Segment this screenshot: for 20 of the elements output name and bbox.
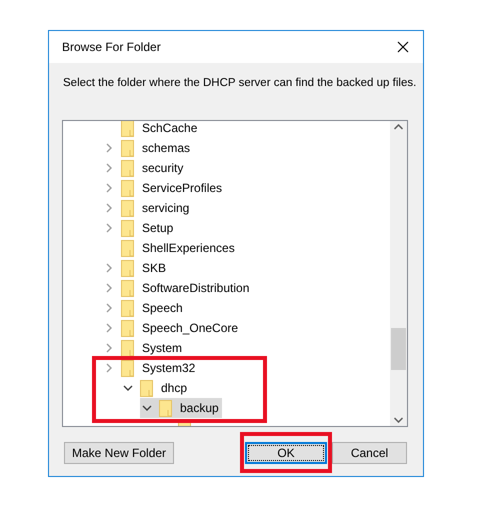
tree-item[interactable]: Speech: [102, 298, 186, 318]
tree-item[interactable]: backup: [140, 398, 222, 418]
tree-item[interactable]: SchCache: [102, 121, 200, 138]
tree-item[interactable]: dhcp: [121, 378, 190, 398]
tree-item[interactable]: SKB: [102, 258, 170, 278]
window-title: Browse For Folder: [62, 39, 161, 56]
tree-item[interactable]: Speech_OneCore: [102, 318, 242, 338]
tree-item[interactable]: System: [102, 338, 186, 358]
tree-item[interactable]: System32: [102, 358, 198, 378]
tree-item[interactable]: SoftwareDistribution: [102, 278, 252, 298]
tree-item[interactable]: ShellExperiences: [102, 238, 238, 258]
dialog-button[interactable]: OK: [245, 442, 327, 464]
dialog-button[interactable]: Cancel: [332, 442, 407, 464]
tree-item[interactable]: security: [102, 158, 186, 178]
tree-item[interactable]: ServiceProfiles: [102, 178, 226, 198]
dialog-button[interactable]: Make New Folder: [64, 442, 174, 464]
tree-item[interactable]: Setup: [102, 218, 176, 238]
instruction-text: Select the folder where the DHCP server can find the backed up files.: [63, 77, 416, 89]
tree-item[interactable]: servicing: [102, 198, 192, 218]
tree-item[interactable]: schemas: [102, 138, 194, 158]
